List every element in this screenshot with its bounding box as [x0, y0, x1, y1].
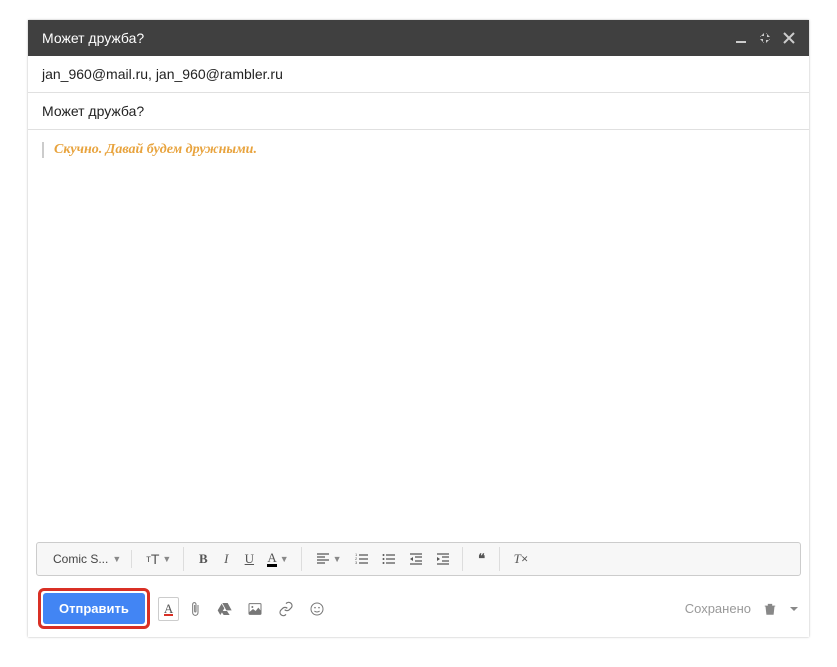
bullet-list-button[interactable] — [376, 547, 402, 571]
send-button-highlight: Отправить — [38, 588, 150, 629]
drive-icon[interactable] — [217, 601, 233, 617]
indent-more-button[interactable] — [430, 547, 456, 571]
send-button[interactable]: Отправить — [43, 593, 145, 624]
font-family-select[interactable]: Comic S... ▼ — [49, 550, 125, 568]
discard-draft-icon[interactable] — [763, 601, 777, 617]
chevron-down-icon: ▼ — [280, 554, 289, 564]
numbered-list-button[interactable]: 123 — [349, 547, 375, 571]
indent-less-button[interactable] — [403, 547, 429, 571]
emoji-icon[interactable] — [309, 601, 325, 617]
chevron-down-icon: ▼ — [112, 554, 121, 564]
message-body[interactable]: Скучно. Давай будем дружными. — [28, 130, 809, 542]
compose-header: Может дружба? — [28, 20, 809, 56]
header-controls — [735, 32, 795, 44]
recipients-field[interactable]: jan_960@mail.ru, jan_960@rambler.ru — [28, 56, 809, 93]
insert-link-icon[interactable] — [277, 601, 295, 617]
bold-button[interactable]: B — [192, 547, 214, 571]
remove-formatting-button[interactable]: T✕ — [508, 547, 535, 571]
font-family-label: Comic S... — [53, 552, 108, 566]
chevron-down-icon: ▼ — [162, 554, 171, 564]
align-button[interactable]: ▼ — [310, 547, 348, 571]
chevron-down-icon: ▼ — [333, 554, 342, 564]
quote-button[interactable]: ❝ — [471, 547, 493, 571]
insert-photo-icon[interactable] — [247, 601, 263, 617]
attach-file-icon[interactable] — [187, 601, 203, 617]
saved-status-label: Сохранено — [685, 601, 751, 616]
bottom-right-controls: Сохранено — [685, 601, 799, 617]
bottom-toolbar: Отправить A Сохранено — [28, 580, 809, 637]
compose-window: Может дружба? jan_960@mail.ru, jan_960@r… — [28, 20, 809, 637]
subject-field[interactable]: Может дружба? — [28, 93, 809, 130]
more-options-icon[interactable] — [789, 601, 799, 617]
collapse-icon[interactable] — [759, 32, 771, 44]
close-icon[interactable] — [783, 32, 795, 44]
underline-button[interactable]: U — [238, 547, 260, 571]
minimize-icon[interactable] — [735, 32, 747, 44]
compose-title: Может дружба? — [42, 30, 144, 46]
italic-button[interactable]: I — [215, 547, 237, 571]
formatting-toggle-button[interactable]: A — [158, 597, 179, 621]
svg-text:3: 3 — [355, 560, 358, 565]
attachment-icons — [187, 601, 325, 617]
text-color-button[interactable]: A ▼ — [261, 547, 294, 571]
quoted-text[interactable]: Скучно. Давай будем дружными. — [42, 142, 795, 158]
font-size-button[interactable]: тT ▼ — [140, 547, 177, 571]
formatting-toolbar: Comic S... ▼ тT ▼ B I U A ▼ ▼ 1 — [36, 542, 801, 576]
